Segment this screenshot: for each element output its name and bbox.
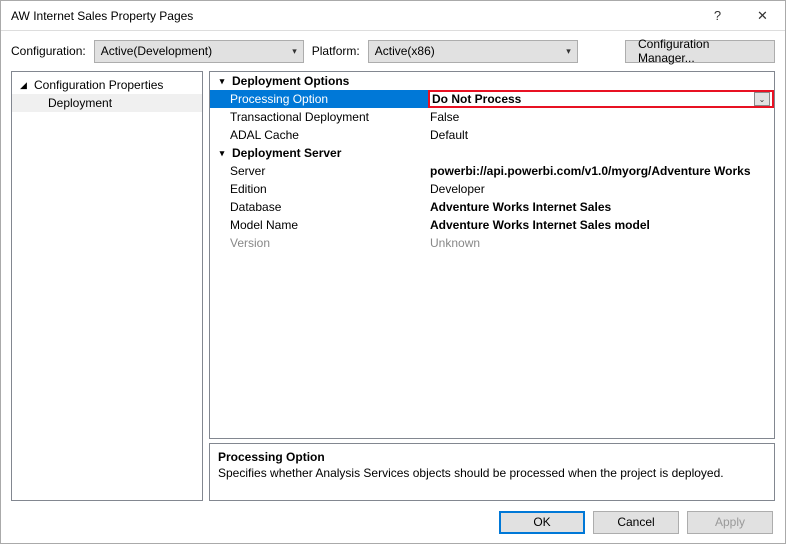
row-value: powerbi://api.powerbi.com/v1.0/myorg/Adv…	[428, 164, 774, 178]
row-edition[interactable]: Edition Developer	[210, 180, 774, 198]
row-label: Model Name	[210, 218, 428, 232]
section-label: Deployment Options	[230, 74, 448, 88]
right-pane: ▾ Deployment Options Processing Option D…	[209, 71, 775, 501]
platform-value: Active(x86)	[375, 44, 435, 58]
tree-root-label: Configuration Properties	[34, 78, 163, 92]
titlebar: AW Internet Sales Property Pages ? ✕	[1, 1, 785, 31]
row-value: Developer	[428, 182, 774, 196]
configuration-label: Configuration:	[11, 44, 86, 58]
configuration-value: Active(Development)	[101, 44, 212, 58]
row-label: Transactional Deployment	[210, 110, 428, 124]
platform-dropdown[interactable]: Active(x86) ▾	[368, 40, 578, 63]
window-title: AW Internet Sales Property Pages	[11, 9, 695, 23]
platform-label: Platform:	[312, 44, 360, 58]
cancel-button[interactable]: Cancel	[593, 511, 679, 534]
section-deployment-server[interactable]: ▾ Deployment Server	[210, 144, 774, 162]
row-value: Do Not Process	[432, 92, 521, 106]
row-label: Server	[210, 164, 428, 178]
row-label: Processing Option	[210, 92, 428, 106]
close-button[interactable]: ✕	[740, 1, 785, 31]
row-label: Database	[210, 200, 428, 214]
configuration-dropdown[interactable]: Active(Development) ▾	[94, 40, 304, 63]
row-adal-cache[interactable]: ADAL Cache Default	[210, 126, 774, 144]
collapse-icon[interactable]: ▾	[214, 148, 230, 159]
configuration-manager-button[interactable]: Configuration Manager...	[625, 40, 775, 63]
help-button[interactable]: ?	[695, 1, 740, 31]
tree-item-deployment[interactable]: Deployment	[12, 94, 202, 112]
section-deployment-options[interactable]: ▾ Deployment Options	[210, 72, 774, 90]
ok-button[interactable]: OK	[499, 511, 585, 534]
row-label: Version	[210, 236, 428, 250]
property-grid[interactable]: ▾ Deployment Options Processing Option D…	[209, 71, 775, 439]
row-version: Version Unknown	[210, 234, 774, 252]
row-processing-option[interactable]: Processing Option Do Not Process ⌄	[210, 90, 774, 108]
row-server[interactable]: Server powerbi://api.powerbi.com/v1.0/my…	[210, 162, 774, 180]
description-title: Processing Option	[218, 450, 766, 464]
apply-button: Apply	[687, 511, 773, 534]
row-value: Adventure Works Internet Sales	[428, 200, 774, 214]
row-model-name[interactable]: Model Name Adventure Works Internet Sale…	[210, 216, 774, 234]
collapse-icon[interactable]: ▾	[214, 76, 230, 87]
tree-item-label: Deployment	[48, 96, 112, 110]
chevron-down-icon[interactable]: ⌄	[754, 92, 770, 106]
section-label: Deployment Server	[230, 146, 448, 160]
row-value: Default	[428, 128, 774, 142]
row-label: Edition	[210, 182, 428, 196]
description-text: Specifies whether Analysis Services obje…	[218, 466, 766, 480]
chevron-down-icon: ▾	[292, 46, 297, 57]
chevron-down-icon: ▾	[566, 46, 571, 57]
row-label: ADAL Cache	[210, 128, 428, 142]
main-area: ◢ Configuration Properties Deployment ▾ …	[1, 71, 785, 501]
property-tree[interactable]: ◢ Configuration Properties Deployment	[11, 71, 203, 501]
footer: OK Cancel Apply	[1, 501, 785, 543]
dialog-window: AW Internet Sales Property Pages ? ✕ Con…	[0, 0, 786, 544]
row-value: False	[428, 110, 774, 124]
expand-collapse-icon[interactable]: ◢	[20, 80, 30, 91]
row-database[interactable]: Database Adventure Works Internet Sales	[210, 198, 774, 216]
row-transactional-deployment[interactable]: Transactional Deployment False	[210, 108, 774, 126]
description-panel: Processing Option Specifies whether Anal…	[209, 443, 775, 501]
processing-option-dropdown[interactable]: Do Not Process ⌄	[428, 90, 774, 108]
config-row: Configuration: Active(Development) ▾ Pla…	[1, 31, 785, 71]
row-value: Adventure Works Internet Sales model	[428, 218, 774, 232]
tree-root-configuration-properties[interactable]: ◢ Configuration Properties	[12, 76, 202, 94]
row-value: Unknown	[428, 236, 774, 250]
